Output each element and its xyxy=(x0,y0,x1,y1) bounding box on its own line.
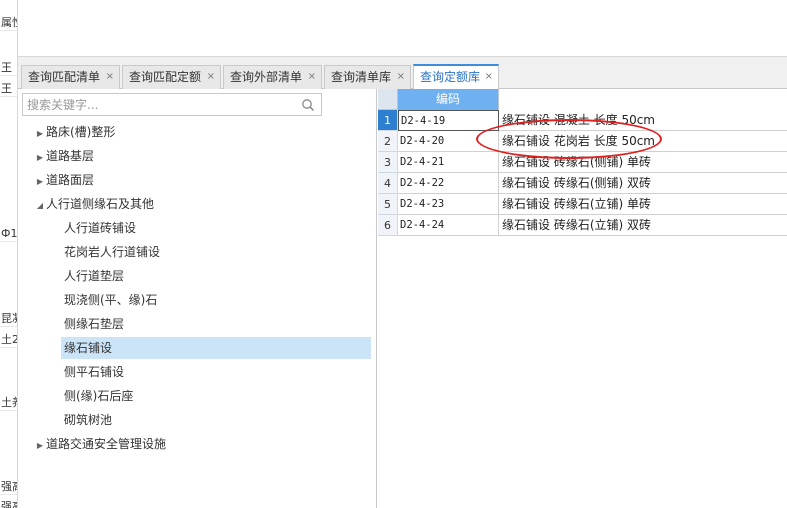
tree-item-curb-backing[interactable]: 侧(缘)石后座 xyxy=(64,385,371,407)
tab-query-list-library[interactable]: 查询清单库 × xyxy=(324,65,411,89)
tree-item-label: 道路基层 xyxy=(46,149,95,163)
expand-arrow-icon[interactable]: ▶ xyxy=(34,171,46,193)
tree-item-curb-cushion[interactable]: 侧缘石垫层 xyxy=(64,313,371,335)
tree-item-road-surface[interactable]: ▶ 道路面层 xyxy=(34,169,374,191)
close-icon[interactable]: × xyxy=(308,66,316,88)
tree-item-side-flat-stone[interactable]: 侧平石铺设 xyxy=(64,361,371,383)
expand-arrow-icon[interactable]: ▶ xyxy=(34,123,46,145)
tree-item-roadbed-shaping[interactable]: ▶ 路床(槽)整形 xyxy=(34,121,374,143)
cell-code[interactable]: D2-4-22 xyxy=(398,173,499,194)
grid-corner[interactable] xyxy=(378,89,398,110)
cell-code[interactable]: D2-4-20 xyxy=(398,131,499,152)
expand-arrow-icon[interactable]: ▶ xyxy=(34,435,46,457)
cell-code[interactable]: D2-4-19 xyxy=(398,110,499,131)
left-fragment: 土20 xyxy=(0,333,17,348)
tab-query-matched-list[interactable]: 查询匹配清单 × xyxy=(21,65,120,89)
left-clipped-pane: 属性 王 王 Ф10 昆凝 土20 土养 强高 强高 xyxy=(0,0,18,508)
cell-name[interactable]: 缘石铺设 砖缘石(立铺) 单砖 xyxy=(499,194,787,215)
left-fragment: 强高 xyxy=(0,480,17,495)
tree-item-label: 缘石铺设 xyxy=(64,341,113,355)
tree-item-label: 花岗岩人行道铺设 xyxy=(64,245,161,259)
search-input[interactable] xyxy=(23,94,297,115)
close-icon[interactable]: × xyxy=(485,66,493,88)
tree-item-label: 现浇侧(平、缘)石 xyxy=(64,293,158,307)
search-icon[interactable] xyxy=(301,98,315,112)
row-number[interactable]: 2 xyxy=(378,131,398,152)
tree-item-label: 侧(缘)石后座 xyxy=(64,389,134,403)
close-icon[interactable]: × xyxy=(106,66,114,88)
tab-query-external-list[interactable]: 查询外部清单 × xyxy=(223,65,322,89)
row-number[interactable]: 3 xyxy=(378,152,398,173)
collapse-arrow-icon[interactable]: ◢ xyxy=(34,195,46,217)
category-tree-panel: ▶路床(槽)整形 ▶道路基层 ▶道路面层 ◢人行道侧缘石及其他 人行道砖铺设 花… xyxy=(18,89,377,508)
tab-query-matched-quota[interactable]: 查询匹配定额 × xyxy=(122,65,221,89)
tree-item-label: 侧缘石垫层 xyxy=(64,317,125,331)
tree-item-label: 人行道侧缘石及其他 xyxy=(46,197,155,211)
tab-strip: 查询匹配清单 × 查询匹配定额 × 查询外部清单 × 查询清单库 × 查询定额库… xyxy=(18,57,787,89)
tree-item-curb-laying[interactable]: 缘石铺设 xyxy=(61,337,371,359)
row-number[interactable]: 6 xyxy=(378,215,398,236)
left-fragment: 属性 xyxy=(0,16,17,31)
tree-item-sidewalk-brick[interactable]: 人行道砖铺设 xyxy=(64,217,371,239)
expand-arrow-icon[interactable]: ▶ xyxy=(34,147,46,169)
quota-grid: 编码 1 D2-4-19 缘石铺设 混凝土 长度 50cm 2 D2-4-20 … xyxy=(378,89,787,508)
tree-item-label: 人行道砖铺设 xyxy=(64,221,137,235)
tree-item-tree-pit[interactable]: 砌筑树池 xyxy=(64,409,371,431)
cell-name[interactable]: 缘石铺设 砖缘石(侧铺) 单砖 xyxy=(499,152,787,173)
left-fragment: Ф10 xyxy=(0,227,18,242)
tree-item-label: 砌筑树池 xyxy=(64,413,113,427)
tab-label: 查询外部清单 xyxy=(230,70,303,84)
row-number[interactable]: 1 xyxy=(378,110,398,131)
cell-name[interactable]: 缘石铺设 砖缘石(侧铺) 双砖 xyxy=(499,173,787,194)
tree-item-label: 侧平石铺设 xyxy=(64,365,125,379)
tree-item-label: 路床(槽)整形 xyxy=(46,125,116,139)
top-pane xyxy=(18,0,787,57)
tree-item-traffic-safety[interactable]: ▶ 道路交通安全管理设施 xyxy=(34,433,374,455)
tab-label: 查询匹配清单 xyxy=(28,70,101,84)
cell-code[interactable]: D2-4-21 xyxy=(398,152,499,173)
left-fragment: 王 xyxy=(0,82,17,97)
tab-query-quota-library[interactable]: 查询定额库 × xyxy=(413,64,499,89)
tree-item-road-base[interactable]: ▶ 道路基层 xyxy=(34,145,374,167)
cell-name[interactable]: 缘石铺设 花岗岩 长度 50cm xyxy=(499,131,787,152)
cell-code[interactable]: D2-4-23 xyxy=(398,194,499,215)
tree-item-granite-sidewalk[interactable]: 花岗岩人行道铺设 xyxy=(64,241,371,263)
tree-item-label: 道路面层 xyxy=(46,173,95,187)
left-fragment: 强高 xyxy=(0,500,17,508)
close-icon[interactable]: × xyxy=(207,66,215,88)
tree-item-label: 人行道垫层 xyxy=(64,269,125,283)
left-fragment: 王 xyxy=(0,61,17,76)
search-box xyxy=(22,93,322,116)
left-fragment: 土养 xyxy=(0,396,17,411)
tree-item-sidewalk-cushion[interactable]: 人行道垫层 xyxy=(64,265,371,287)
cell-name[interactable]: 缘石铺设 砖缘石(立铺) 双砖 xyxy=(499,215,787,236)
left-fragment: 昆凝 xyxy=(0,312,17,327)
cell-code[interactable]: D2-4-24 xyxy=(398,215,499,236)
cell-name[interactable]: 缘石铺设 混凝土 长度 50cm xyxy=(499,110,787,131)
column-header-code[interactable]: 编码 xyxy=(398,89,499,110)
tab-label: 查询清单库 xyxy=(331,70,392,84)
tree-item-sidewalk-curbs[interactable]: ◢ 人行道侧缘石及其他 xyxy=(34,193,374,215)
tab-label: 查询匹配定额 xyxy=(129,70,202,84)
row-number[interactable]: 5 xyxy=(378,194,398,215)
tab-label: 查询定额库 xyxy=(420,70,481,84)
close-icon[interactable]: × xyxy=(397,66,405,88)
tree-item-cast-in-place-curb[interactable]: 现浇侧(平、缘)石 xyxy=(64,289,371,311)
row-number[interactable]: 4 xyxy=(378,173,398,194)
tree-item-label: 道路交通安全管理设施 xyxy=(46,437,167,451)
app-window: 属性 王 王 Ф10 昆凝 土20 土养 强高 强高 查询匹配清单 × 查询匹配… xyxy=(0,0,787,508)
